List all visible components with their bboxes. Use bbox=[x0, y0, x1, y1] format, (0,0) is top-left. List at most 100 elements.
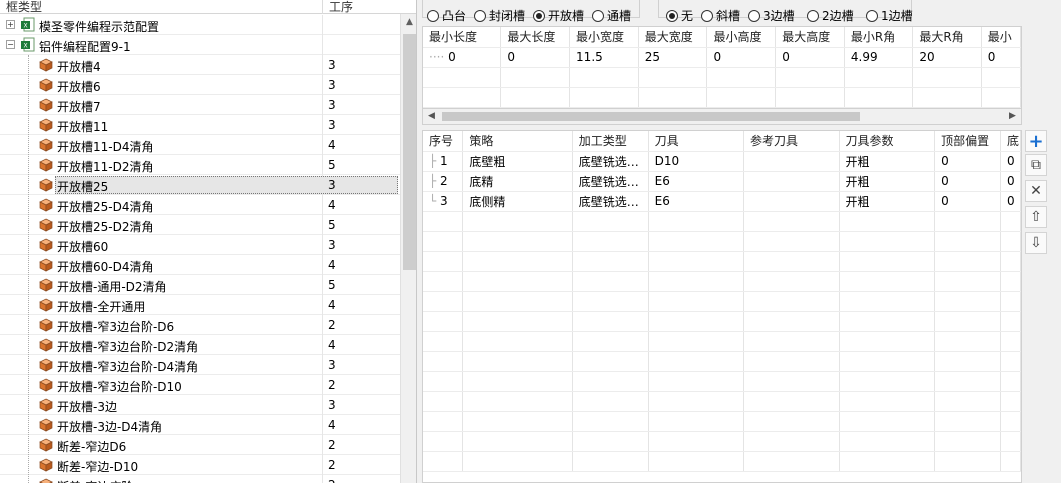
strategy-cell[interactable]: ├ 2 bbox=[423, 171, 464, 192]
radio-circle-icon[interactable] bbox=[748, 9, 760, 22]
params-cell[interactable]: 0 bbox=[981, 47, 1021, 68]
params-col-header[interactable]: 最大R角 bbox=[912, 27, 982, 48]
strategy-cell[interactable]: E6 bbox=[648, 191, 744, 212]
tree-group-row[interactable]: − X 铝件编程配置9-1 bbox=[0, 35, 400, 55]
params-cell[interactable]: 25 bbox=[638, 47, 708, 68]
params-cell[interactable]: 0 bbox=[500, 47, 571, 68]
params-col-header[interactable]: 最小高度 bbox=[706, 27, 777, 48]
strategy-cell[interactable]: 0 bbox=[1000, 191, 1021, 212]
strategy-cell[interactable]: E6 bbox=[648, 171, 744, 192]
tree-item-row[interactable]: 开放槽4 3 bbox=[0, 55, 400, 75]
tree-item-row[interactable]: 开放槽11-D4清角 4 bbox=[0, 135, 400, 155]
strategy-cell[interactable] bbox=[743, 151, 840, 172]
strategy-cell[interactable]: 0 bbox=[934, 151, 1001, 172]
move-down-button[interactable]: ⇩ bbox=[1025, 232, 1047, 254]
params-col-header[interactable]: 最小 bbox=[981, 27, 1021, 48]
radio-circle-icon[interactable] bbox=[701, 9, 713, 22]
tree-item-row[interactable]: 开放槽-全开通用 4 bbox=[0, 295, 400, 315]
strategy-cell[interactable]: 开粗 bbox=[839, 191, 936, 212]
params-cell[interactable]: 0 bbox=[775, 47, 845, 68]
radio-edge_radios-3[interactable]: 2边槽 bbox=[807, 7, 854, 24]
scroll-right-icon[interactable]: ▶ bbox=[1004, 109, 1021, 124]
scroll-left-icon[interactable]: ◀ bbox=[423, 109, 440, 124]
radio-edge_radios-1[interactable]: 斜槽 bbox=[701, 7, 740, 24]
table-row[interactable]: ├ 2 底精 底壁铣选… E6 开粗 0 0 bbox=[423, 171, 1021, 192]
radio-slot_type_radios-0[interactable]: 凸台 bbox=[427, 7, 466, 24]
strategy-cell[interactable]: 0 bbox=[1000, 171, 1021, 192]
tree-view[interactable]: + X 模圣零件编程示范配置 − X 铝件编程配置9-1 开放槽4 3 开放槽6 3 开放槽7 3 开放… bbox=[0, 15, 400, 483]
scrollbar-thumb[interactable] bbox=[403, 34, 416, 270]
strategy-cell[interactable]: 开粗 bbox=[839, 151, 936, 172]
expand-icon[interactable]: + bbox=[6, 20, 15, 29]
strategy-cell[interactable] bbox=[743, 171, 840, 192]
tree-item-row[interactable]: 断差-窄边D6 2 bbox=[0, 435, 400, 455]
table-row[interactable]: ···· 0 0 11.5 25 0 0 4.99 20 0 bbox=[423, 47, 1021, 68]
tree-item-row[interactable]: 开放槽-窄3边台阶-D2清角 4 bbox=[0, 335, 400, 355]
strategy-col-header[interactable]: 参考刀具 bbox=[743, 131, 840, 152]
tree-item-row[interactable]: 开放槽11 3 bbox=[0, 115, 400, 135]
tree-item-row[interactable]: 开放槽11-D2清角 5 bbox=[0, 155, 400, 175]
tree-group-row[interactable]: + X 模圣零件编程示范配置 bbox=[0, 15, 400, 35]
strategy-cell[interactable]: 底壁粗 bbox=[462, 151, 573, 172]
radio-slot_type_radios-3[interactable]: 通槽 bbox=[592, 7, 631, 24]
strategy-col-header[interactable]: 底 bbox=[1000, 131, 1021, 152]
strategy-col-header[interactable]: 刀具 bbox=[648, 131, 744, 152]
radio-edge_radios-2[interactable]: 3边槽 bbox=[748, 7, 795, 24]
tree-item-row[interactable]: 开放槽7 3 bbox=[0, 95, 400, 115]
strategy-cell[interactable]: 底壁铣选… bbox=[572, 151, 649, 172]
tree-item-row[interactable]: 开放槽-3边-D4清角 4 bbox=[0, 415, 400, 435]
strategy-cell[interactable]: ├ 1 bbox=[423, 151, 464, 172]
add-button[interactable]: + bbox=[1025, 130, 1047, 152]
params-col-header[interactable]: 最小宽度 bbox=[569, 27, 639, 48]
strategy-col-header[interactable]: 加工类型 bbox=[572, 131, 649, 152]
tree-item-row[interactable]: 开放槽6 3 bbox=[0, 75, 400, 95]
tree-item-row[interactable]: 开放槽-3边 3 bbox=[0, 395, 400, 415]
radio-circle-icon[interactable] bbox=[592, 9, 604, 22]
radio-circle-icon[interactable] bbox=[427, 9, 439, 22]
table-row[interactable]: └ 3 底侧精 底壁铣选… E6 开粗 0 0 bbox=[423, 191, 1021, 212]
radio-circle-icon[interactable] bbox=[474, 9, 486, 22]
scrollbar-thumb[interactable] bbox=[442, 112, 860, 121]
table-row[interactable]: ├ 1 底壁粗 底壁铣选… D10 开粗 0 0 bbox=[423, 151, 1021, 172]
params-cell[interactable]: 0 bbox=[706, 47, 777, 68]
radio-circle-icon[interactable] bbox=[666, 9, 678, 22]
tree-item-row[interactable]: 断差-宽边庄阶 2 bbox=[0, 475, 400, 483]
tree-col-name-header[interactable]: 框类型 bbox=[6, 0, 42, 15]
tree-item-row[interactable]: 开放槽-窄3边台阶-D4清角 3 bbox=[0, 355, 400, 375]
delete-button[interactable]: ✕ bbox=[1025, 180, 1047, 202]
radio-slot_type_radios-2[interactable]: 开放槽 bbox=[533, 7, 584, 24]
radio-slot_type_radios-1[interactable]: 封闭槽 bbox=[474, 7, 525, 24]
params-col-header[interactable]: 最小R角 bbox=[844, 27, 914, 48]
params-cell[interactable]: ···· 0 bbox=[423, 47, 502, 68]
strategy-cell[interactable]: 0 bbox=[934, 171, 1001, 192]
radio-edge_radios-0[interactable]: 无 bbox=[666, 7, 693, 24]
strategy-col-header[interactable]: 策略 bbox=[462, 131, 573, 152]
move-up-button[interactable]: ⇧ bbox=[1025, 206, 1047, 228]
params-cell[interactable]: 4.99 bbox=[844, 47, 914, 68]
tree-item-row[interactable]: 开放槽25-D2清角 5 bbox=[0, 215, 400, 235]
strategy-cell[interactable]: 底精 bbox=[462, 171, 573, 192]
copy-button[interactable]: ⧉ bbox=[1025, 154, 1047, 176]
params-cell[interactable]: 11.5 bbox=[569, 47, 639, 68]
tree-col-step-header[interactable]: 工序 bbox=[329, 0, 353, 15]
strategy-cell[interactable]: 0 bbox=[934, 191, 1001, 212]
tree-vertical-scrollbar[interactable]: ▲ bbox=[400, 14, 416, 483]
strategy-col-header[interactable]: 顶部偏置 bbox=[934, 131, 1001, 152]
tree-item-row[interactable]: 断差-窄边-D10 2 bbox=[0, 455, 400, 475]
tree-item-row[interactable]: 开放槽60 3 bbox=[0, 235, 400, 255]
tree-item-row[interactable]: 开放槽25-D4清角 4 bbox=[0, 195, 400, 215]
params-col-header[interactable]: 最小长度 bbox=[423, 27, 502, 48]
collapse-icon[interactable]: − bbox=[6, 40, 15, 49]
strategy-cell[interactable]: └ 3 bbox=[423, 191, 464, 212]
params-col-header[interactable]: 最大高度 bbox=[775, 27, 845, 48]
strategy-col-header[interactable]: 刀具参数 bbox=[839, 131, 936, 152]
strategy-cell[interactable]: 底壁铣选… bbox=[572, 171, 649, 192]
strategy-cell[interactable]: D10 bbox=[648, 151, 744, 172]
strategy-table[interactable]: 序号 策略 加工类型 刀具 参考刀具 刀具参数 顶部偏置底 ├ 1 底壁粗 底壁铣选… D10 开粗… bbox=[422, 130, 1022, 483]
params-col-header[interactable]: 最大长度 bbox=[500, 27, 571, 48]
params-horizontal-scrollbar[interactable]: ◀ ▶ bbox=[422, 108, 1022, 125]
strategy-cell[interactable]: 开粗 bbox=[839, 171, 936, 192]
radio-circle-icon[interactable] bbox=[533, 9, 545, 22]
params-col-header[interactable]: 最大宽度 bbox=[638, 27, 708, 48]
tree-item-row[interactable]: 开放槽-通用-D2清角 5 bbox=[0, 275, 400, 295]
